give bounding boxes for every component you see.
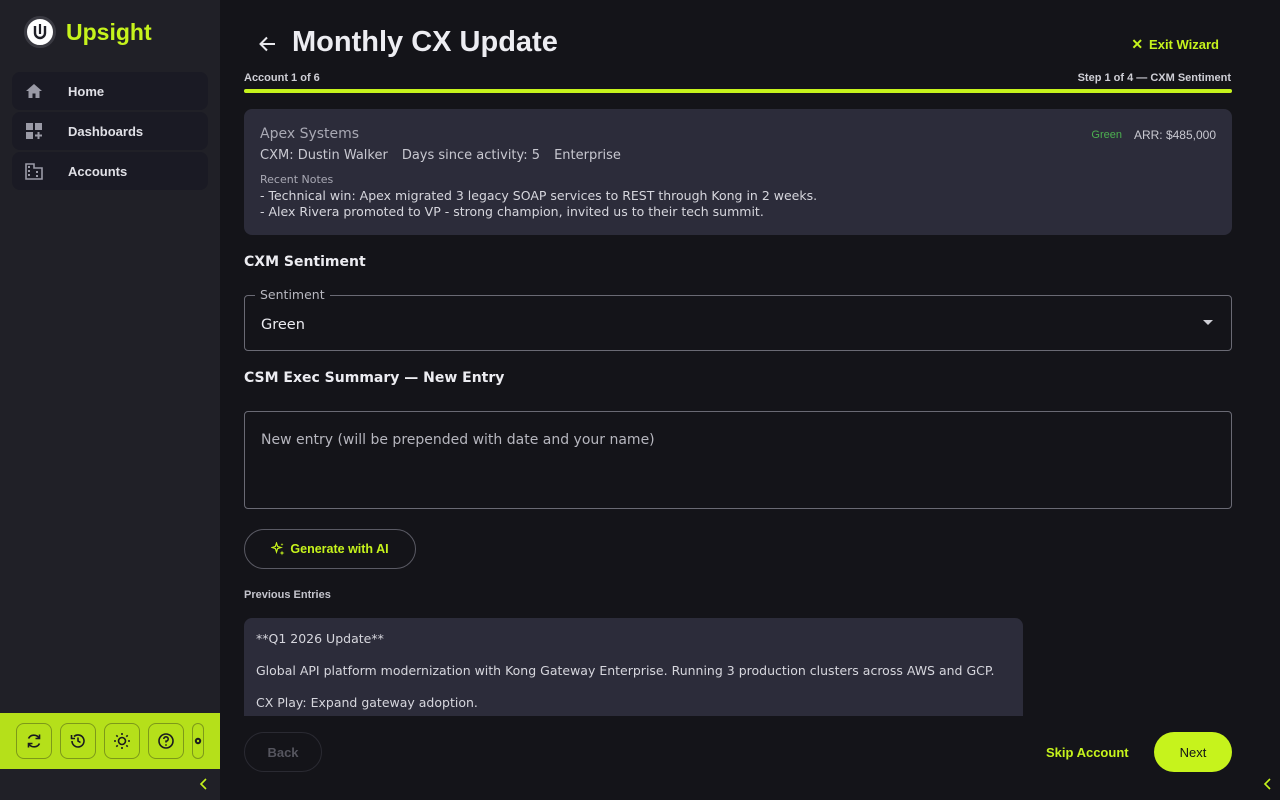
page-title: Monthly CX Update bbox=[292, 26, 558, 58]
gear-icon bbox=[194, 737, 202, 745]
progress-bar bbox=[244, 89, 1232, 93]
skip-account-button[interactable]: Skip Account bbox=[1046, 745, 1129, 760]
account-arr: ARR: $485,000 bbox=[1133, 128, 1216, 142]
exit-wizard-label: Exit Wizard bbox=[1149, 37, 1219, 52]
exit-wizard-button[interactable]: ✕ Exit Wizard bbox=[1131, 36, 1219, 53]
account-days-since-activity: Days since activity: 5 bbox=[401, 148, 541, 163]
sidebar-item-label: Home bbox=[68, 83, 105, 99]
generate-with-ai-button[interactable]: Generate with AI bbox=[244, 529, 416, 569]
sync-icon bbox=[27, 734, 41, 748]
help-button[interactable] bbox=[148, 723, 184, 759]
account-segment: Enterprise bbox=[554, 148, 621, 163]
account-name: Apex Systems bbox=[260, 126, 360, 142]
brand[interactable]: Upsight bbox=[24, 16, 152, 48]
sidebar-item-home[interactable]: Home bbox=[12, 72, 208, 110]
account-progress-text: Account 1 of 6 bbox=[244, 72, 320, 84]
previous-entries-label: Previous Entries bbox=[244, 589, 331, 601]
sidebar-item-label: Dashboards bbox=[68, 123, 144, 139]
sentiment-select-value: Green bbox=[261, 317, 305, 333]
account-meta: CXM: Dustin Walker Days since activity: 5… bbox=[260, 148, 635, 163]
dashboard-icon bbox=[24, 121, 44, 141]
wizard-main: Monthly CX Update ✕ Exit Wizard Account … bbox=[220, 0, 1280, 800]
account-summary-card: Apex Systems Green ARR: $485,000 CXM: Du… bbox=[244, 109, 1232, 235]
sidebar-toolbar bbox=[0, 713, 220, 769]
generate-with-ai-label: Generate with AI bbox=[290, 542, 389, 556]
home-icon bbox=[24, 81, 44, 101]
building-icon bbox=[24, 161, 44, 181]
status-badge: Green bbox=[1091, 129, 1122, 141]
account-cxm: CXM: Dustin Walker bbox=[260, 148, 388, 163]
app-window: Upsight Home Dashboards Accounts Monthly… bbox=[0, 0, 1280, 800]
brand-name: Upsight bbox=[66, 18, 152, 45]
sentiment-section-title: CXM Sentiment bbox=[244, 254, 366, 270]
chevron-left-icon bbox=[1263, 778, 1271, 790]
recent-note: - Alex Rivera promoted to VP - strong ch… bbox=[260, 204, 764, 219]
close-icon: ✕ bbox=[1131, 36, 1144, 52]
history-icon bbox=[70, 734, 85, 748]
step-progress-text: Step 1 of 4 — CXM Sentiment bbox=[1077, 72, 1231, 84]
sentiment-select-label: Sentiment bbox=[255, 287, 330, 302]
sun-icon bbox=[114, 733, 130, 749]
previous-entry-line: CX Play: Expand gateway adoption. bbox=[256, 695, 478, 710]
sidebar-item-label: Accounts bbox=[68, 163, 128, 179]
sidebar: Upsight Home Dashboards Accounts bbox=[0, 0, 220, 800]
sentiment-select[interactable]: Sentiment Green bbox=[244, 287, 1232, 351]
recent-notes-label: Recent Notes bbox=[260, 173, 334, 186]
sidebar-item-accounts[interactable]: Accounts bbox=[12, 152, 208, 190]
caret-down-icon bbox=[1203, 320, 1213, 325]
upsight-logo-icon bbox=[24, 16, 56, 48]
recent-note: - Technical win: Apex migrated 3 legacy … bbox=[260, 188, 818, 203]
back-arrow-button[interactable] bbox=[258, 34, 278, 54]
settings-button[interactable] bbox=[192, 723, 204, 759]
previous-entry-line: **Q1 2026 Update** bbox=[256, 631, 384, 646]
exec-summary-section-title: CSM Exec Summary — New Entry bbox=[244, 370, 505, 386]
sidebar-item-dashboards[interactable]: Dashboards bbox=[12, 112, 208, 150]
history-button[interactable] bbox=[60, 723, 96, 759]
sparkles-icon bbox=[271, 542, 285, 556]
help-icon bbox=[158, 733, 174, 749]
chevron-left-icon bbox=[199, 778, 207, 790]
arrow-left-icon bbox=[259, 36, 275, 52]
previous-entries-panel[interactable]: **Q1 2026 Update** Global API platform m… bbox=[244, 618, 1023, 716]
back-button[interactable]: Back bbox=[244, 732, 322, 772]
collapse-sidebar-button[interactable] bbox=[196, 776, 212, 792]
sidebar-nav: Home Dashboards Accounts bbox=[12, 72, 208, 192]
exec-summary-textarea[interactable] bbox=[244, 411, 1232, 509]
next-button[interactable]: Next bbox=[1154, 732, 1232, 772]
theme-toggle-button[interactable] bbox=[104, 723, 140, 759]
expand-right-panel-button[interactable] bbox=[1260, 776, 1276, 792]
previous-entry-line: Global API platform modernization with K… bbox=[256, 663, 995, 678]
progress-bar-fill bbox=[244, 89, 1232, 93]
sync-button[interactable] bbox=[16, 723, 52, 759]
